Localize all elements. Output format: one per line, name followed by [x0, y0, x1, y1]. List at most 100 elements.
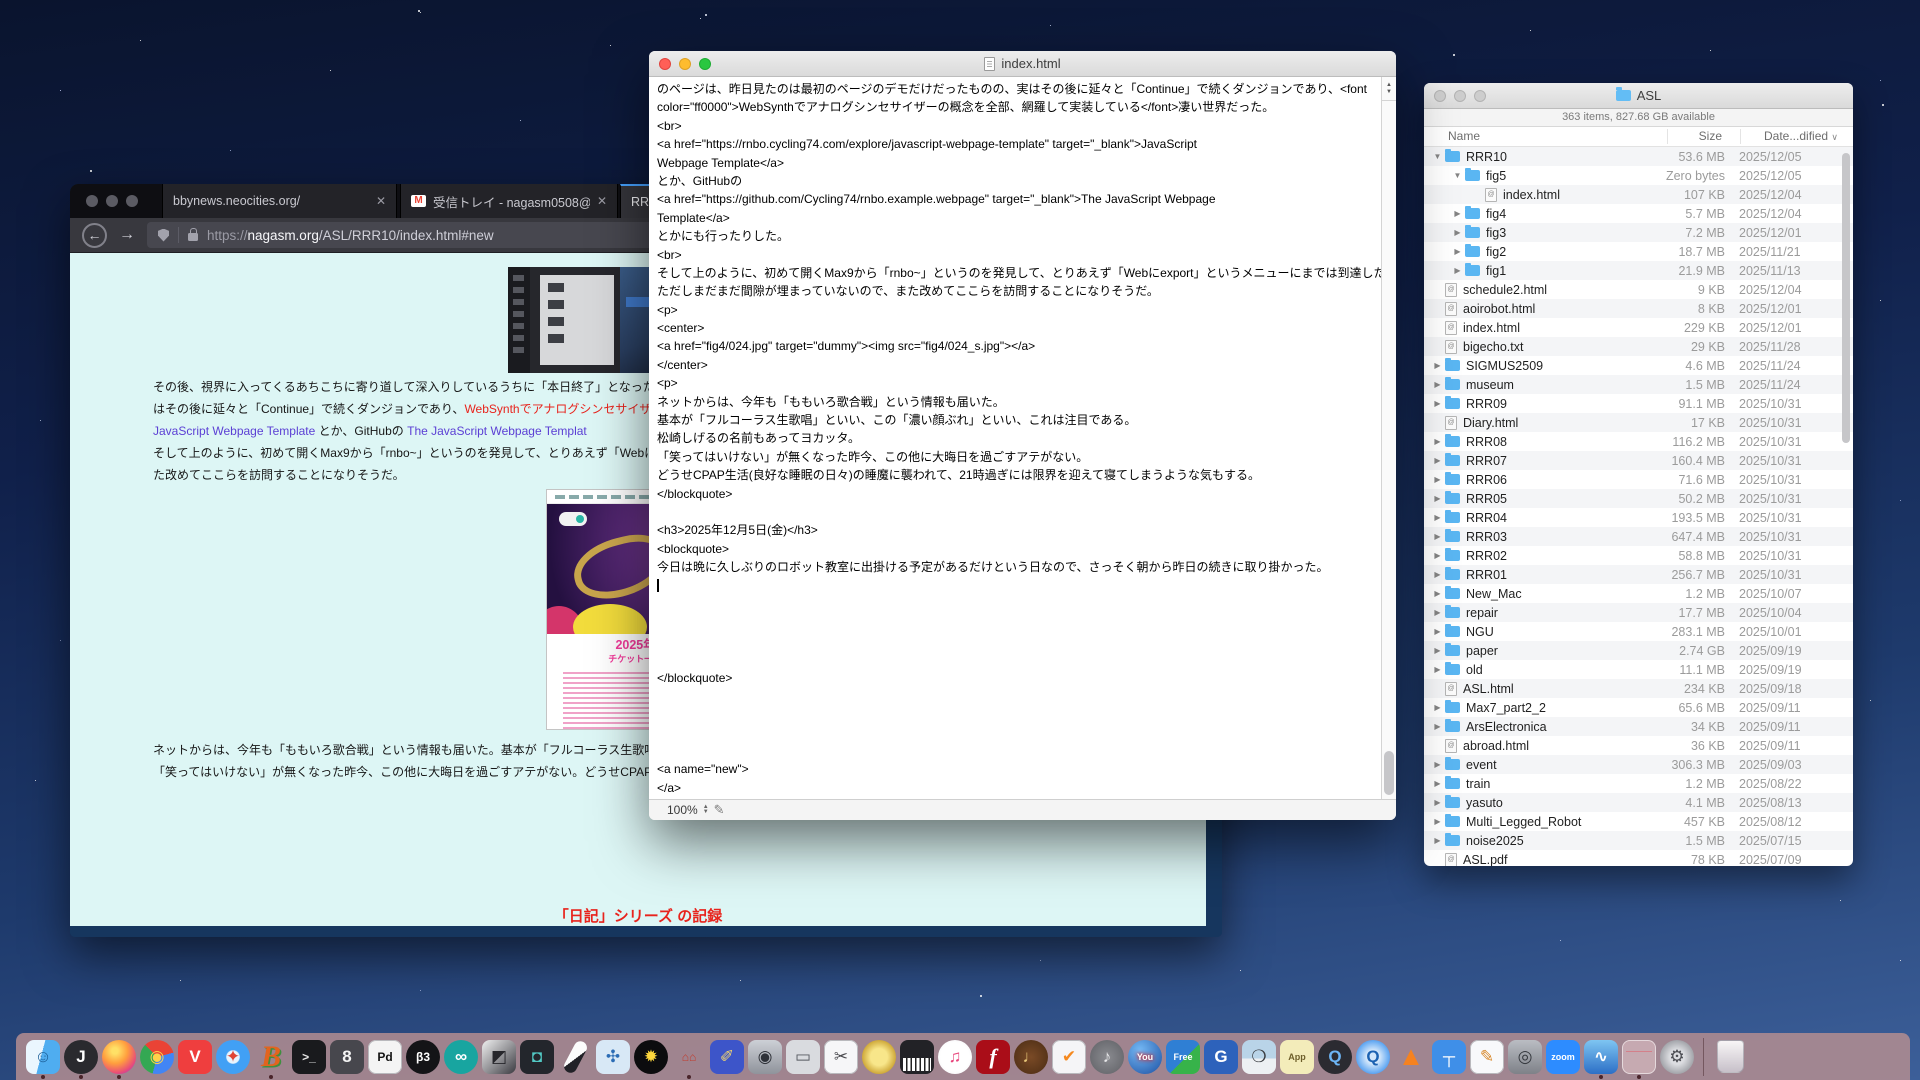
dock-quicktime7[interactable]: Q — [1354, 1033, 1392, 1080]
dock-sketch[interactable]: ✐ — [708, 1033, 746, 1080]
finder-row[interactable]: ▶RRR0550.2 MB2025/10/31 — [1424, 489, 1853, 508]
close-window-icon[interactable] — [659, 58, 671, 70]
dock-grab[interactable]: ✂ — [822, 1033, 860, 1080]
disclosure-triangle-icon[interactable]: ▶ — [1430, 399, 1445, 408]
finder-row[interactable]: ▶yasuto4.1 MB2025/08/13 — [1424, 793, 1853, 812]
finder-row[interactable]: ▶RRR03647.4 MB2025/10/31 — [1424, 527, 1853, 546]
finder-row[interactable]: ▶fig37.2 MB2025/12/01 — [1424, 223, 1853, 242]
disclosure-triangle-icon[interactable]: ▶ — [1450, 209, 1465, 218]
shield-icon[interactable] — [158, 229, 169, 242]
finder-row[interactable]: ▶RRR0258.8 MB2025/10/31 — [1424, 546, 1853, 565]
disclosure-triangle-icon[interactable]: ▼ — [1430, 152, 1445, 161]
minimize-window-icon[interactable] — [1454, 90, 1466, 102]
disclosure-triangle-icon[interactable]: ▶ — [1430, 608, 1445, 617]
page-link[interactable]: JavaScript Webpage Template — [153, 424, 315, 438]
finder-row[interactable]: @abroad.html36 KB2025/09/11 — [1424, 736, 1853, 755]
finder-row[interactable]: ▼RRR1053.6 MB2025/12/05 — [1424, 147, 1853, 166]
zoom-window-icon[interactable] — [126, 195, 138, 207]
disclosure-triangle-icon[interactable]: ▶ — [1430, 532, 1445, 541]
dock-cube3d[interactable]: ◩ — [480, 1033, 518, 1080]
finder-row[interactable]: ▶repair17.7 MB2025/10/04 — [1424, 603, 1853, 622]
zoom-window-icon[interactable] — [1474, 90, 1486, 102]
dock-intel-power-gadget[interactable]: ∿ — [1582, 1033, 1620, 1080]
disclosure-triangle-icon[interactable]: ▶ — [1430, 437, 1445, 446]
dock-g-home[interactable]: G — [1202, 1033, 1240, 1080]
dock-robot[interactable]: ◘ — [518, 1033, 556, 1080]
finder-row[interactable]: ▶old11.1 MB2025/09/19 — [1424, 660, 1853, 679]
finder-row[interactable]: ▶RRR01256.7 MB2025/10/31 — [1424, 565, 1853, 584]
editor-scrollbar[interactable]: ▲▼ — [1381, 77, 1396, 799]
dock-puredata[interactable]: Pd — [366, 1033, 404, 1080]
dock-pages[interactable]: ✎ — [1468, 1033, 1506, 1080]
editor-title-bar[interactable]: index.html — [649, 51, 1396, 77]
dock-ghost-window[interactable] — [1620, 1033, 1658, 1080]
dock-garageband[interactable]: ♩ — [1012, 1033, 1050, 1080]
edit-pencil-icon[interactable]: ✎ — [714, 802, 725, 818]
traffic-lights[interactable] — [1434, 90, 1486, 102]
disclosure-triangle-icon[interactable]: ▼ — [1450, 171, 1465, 180]
disclosure-triangle-icon[interactable]: ▶ — [1430, 722, 1445, 731]
finder-row[interactable]: ▶train1.2 MB2025/08/22 — [1424, 774, 1853, 793]
scrollbar-arrows-icon[interactable]: ▲▼ — [1382, 77, 1396, 101]
finder-row[interactable]: @schedule2.html9 KB2025/12/04 — [1424, 280, 1853, 299]
finder-row[interactable]: ▶New_Mac1.2 MB2025/10/07 — [1424, 584, 1853, 603]
dock-vivaldi[interactable]: V — [176, 1033, 214, 1080]
finder-row[interactable]: ▶NGU283.1 MB2025/10/01 — [1424, 622, 1853, 641]
finder-row[interactable]: ▶RRR0991.1 MB2025/10/31 — [1424, 394, 1853, 413]
finder-row[interactable]: @index.html107 KB2025/12/04 — [1424, 185, 1853, 204]
dock-scanner[interactable]: ▭ — [784, 1033, 822, 1080]
page-link[interactable]: The JavaScript Webpage Templat — [407, 424, 587, 438]
disclosure-triangle-icon[interactable]: ▶ — [1450, 247, 1465, 256]
dock-jedit[interactable]: J — [62, 1033, 100, 1080]
disclosure-triangle-icon[interactable]: ▶ — [1430, 703, 1445, 712]
close-icon[interactable]: ✕ — [376, 194, 386, 208]
dock-safari[interactable]: ✦ — [214, 1033, 252, 1080]
finder-row[interactable]: @aoirobot.html8 KB2025/12/01 — [1424, 299, 1853, 318]
dock-checkmark[interactable]: ✔ — [1050, 1033, 1088, 1080]
disclosure-triangle-icon[interactable]: ▶ — [1450, 266, 1465, 275]
column-divider[interactable] — [1667, 129, 1668, 144]
column-header-date[interactable]: Date...dified ∨ — [1764, 129, 1838, 143]
minimize-window-icon[interactable] — [106, 195, 118, 207]
browser-tab-2[interactable]: M 受信トレイ - nagasm0508@gmai ✕ — [400, 184, 618, 218]
close-icon[interactable]: ✕ — [597, 194, 607, 208]
traffic-lights[interactable] — [86, 195, 138, 207]
finder-row[interactable]: ▶event306.3 MB2025/09/03 — [1424, 755, 1853, 774]
disclosure-triangle-icon[interactable]: ▶ — [1430, 570, 1445, 579]
zoom-stepper[interactable]: ▲▼ — [703, 805, 709, 815]
finder-row[interactable]: ▶paper2.74 GB2025/09/19 — [1424, 641, 1853, 660]
dock-helicopter[interactable]: ✣ — [594, 1033, 632, 1080]
disclosure-triangle-icon[interactable]: ▶ — [1430, 380, 1445, 389]
disclosure-triangle-icon[interactable]: ▶ — [1430, 589, 1445, 598]
dock-max8[interactable]: 8 — [328, 1033, 366, 1080]
disclosure-triangle-icon[interactable]: ▶ — [1430, 551, 1445, 560]
finder-row[interactable]: @index.html229 KB2025/12/01 — [1424, 318, 1853, 337]
disclosure-triangle-icon[interactable]: ▶ — [1430, 798, 1445, 807]
dock-shaver[interactable] — [556, 1033, 594, 1080]
column-divider[interactable] — [1740, 129, 1741, 144]
dock-camera[interactable]: ◉ — [746, 1033, 784, 1080]
dock-radar[interactable]: ✹ — [632, 1033, 670, 1080]
dock-midi-keyboard[interactable] — [898, 1033, 936, 1080]
dock-zoom[interactable]: zoom — [1544, 1033, 1582, 1080]
disclosure-triangle-icon[interactable]: ▶ — [1430, 817, 1445, 826]
dock-terminal[interactable]: >_ — [290, 1033, 328, 1080]
dock-arduino[interactable]: ∞ — [442, 1033, 480, 1080]
disclosure-triangle-icon[interactable]: ▶ — [1430, 361, 1445, 370]
disclosure-triangle-icon[interactable]: ▶ — [1430, 646, 1445, 655]
dock-keynote[interactable]: ┬ — [1430, 1033, 1468, 1080]
zoom-window-icon[interactable] — [699, 58, 711, 70]
finder-row[interactable]: ▶fig121.9 MB2025/11/13 — [1424, 261, 1853, 280]
dock-mp4-free[interactable]: Free — [1164, 1033, 1202, 1080]
finder-row[interactable]: ▶fig218.7 MB2025/11/21 — [1424, 242, 1853, 261]
dock-flash[interactable]: f — [974, 1033, 1012, 1080]
disclosure-triangle-icon[interactable]: ▶ — [1430, 779, 1445, 788]
finder-row[interactable]: ▶ArsElectronica34 KB2025/09/11 — [1424, 717, 1853, 736]
scrollbar-thumb[interactable] — [1842, 153, 1850, 443]
finder-row[interactable]: ▶RRR08116.2 MB2025/10/31 — [1424, 432, 1853, 451]
disclosure-triangle-icon[interactable]: ▶ — [1430, 760, 1445, 769]
traffic-lights[interactable] — [659, 58, 711, 70]
finder-row[interactable]: ▶RRR0671.6 MB2025/10/31 — [1424, 470, 1853, 489]
dock-finder[interactable]: ☺ — [24, 1033, 62, 1080]
finder-row[interactable]: ▶noise20251.5 MB2025/07/15 — [1424, 831, 1853, 850]
